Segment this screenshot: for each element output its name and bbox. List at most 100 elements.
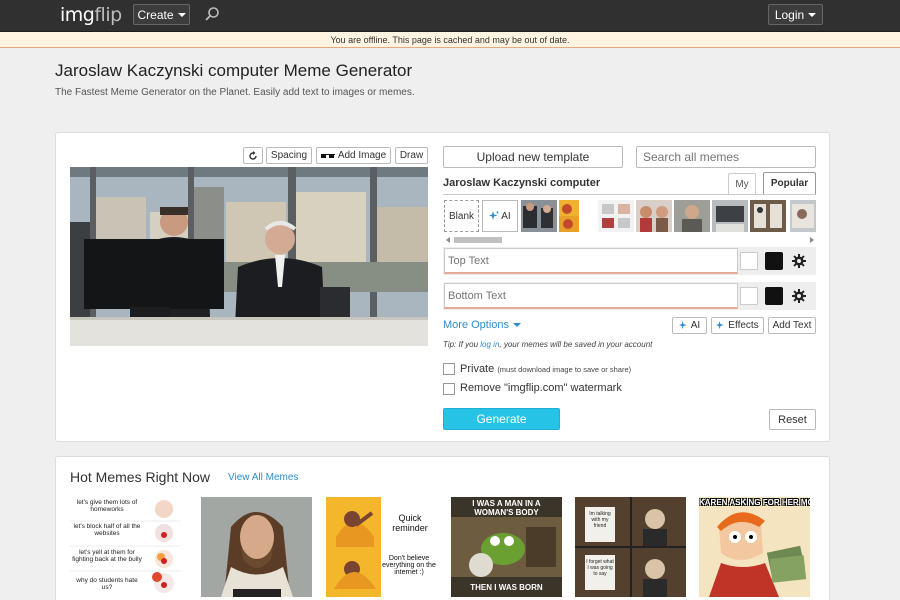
login-label: Login [774, 7, 805, 22]
drake-caption-2: Don't believe everything on the internet… [382, 555, 436, 576]
tab-popular[interactable]: Popular [763, 172, 816, 194]
logo-flip-text: flip [94, 4, 122, 26]
template-thumb-4[interactable] [636, 200, 672, 232]
sunglasses-icon [320, 153, 335, 158]
private-label: Private (must download image to save or … [460, 363, 631, 375]
draw-label: Draw [399, 150, 424, 161]
chevron-down-icon [177, 12, 186, 17]
generate-button[interactable]: Generate [443, 408, 560, 430]
add-image-button[interactable]: Add Image [316, 147, 391, 164]
ai-text-button[interactable]: AI [672, 317, 707, 334]
add-text-button[interactable]: Add Text [768, 317, 816, 334]
imgflip-logo[interactable]: imgflip [60, 4, 122, 26]
reset-button[interactable]: Reset [769, 409, 816, 430]
page-subtitle: The Fastest Meme Generator on the Planet… [55, 87, 415, 98]
login-tip: Tip: If you log in, your memes will be s… [443, 340, 652, 349]
view-all-memes-link[interactable]: View All Memes [228, 472, 298, 483]
hot-meme-gru[interactable]: Im talking with my friend I forget what … [575, 497, 686, 597]
fry-caption-1: KAREN ASKING FOR HER MO [699, 498, 810, 507]
hot-memes-panel: Hot Memes Right Now View All Memes let's… [55, 456, 830, 600]
more-options-label: More Options [443, 319, 510, 331]
private-note: (must download image to save or share) [497, 365, 632, 374]
search-icon[interactable] [204, 6, 220, 22]
hot-meme-clown[interactable]: let's give them lots of homeworks let's … [70, 497, 181, 597]
text-color-swatch[interactable] [765, 252, 783, 270]
bottom-text-row [443, 282, 816, 310]
clown-caption-1: let's give them lots of homeworks [76, 499, 138, 513]
bottom-text-input[interactable] [444, 283, 738, 309]
gear-icon[interactable] [791, 288, 807, 304]
text-color-swatch[interactable] [765, 287, 783, 305]
drake-meme-image [326, 497, 437, 597]
template-thumb-7[interactable] [750, 200, 786, 232]
template-thumb-1[interactable] [521, 200, 557, 232]
tab-divider [443, 194, 816, 195]
hot-memes-title: Hot Memes Right Now [70, 469, 211, 485]
private-checkbox[interactable] [443, 363, 455, 375]
ai-tile-label: AI [501, 210, 511, 222]
ai-template-tile[interactable]: AI [482, 200, 518, 232]
search-memes-input[interactable] [636, 146, 816, 168]
gru-caption-1: Im talking with my friend [589, 511, 611, 529]
create-menu-button[interactable]: Create [133, 4, 190, 25]
outline-color-swatch[interactable] [740, 252, 758, 270]
private-label-text: Private [460, 363, 495, 375]
fry-meme-image [699, 497, 810, 597]
drake-caption-1: Quick reminder [392, 513, 428, 533]
clown-caption-2: let's block half of all the websites [73, 523, 141, 537]
chevron-down-icon [808, 12, 817, 17]
jesus-meme-image [201, 497, 312, 597]
top-text-row [443, 247, 816, 275]
meme-photo [70, 167, 428, 346]
draw-button[interactable]: Draw [395, 147, 428, 164]
meme-canvas-image[interactable] [70, 167, 428, 346]
sparkle-icon [716, 321, 724, 330]
remove-watermark-checkbox[interactable] [443, 383, 455, 395]
spacing-button[interactable]: Spacing [266, 147, 312, 164]
login-button[interactable]: Login [768, 4, 823, 25]
top-navbar: imgflip Create Login [0, 0, 900, 32]
top-text-input[interactable] [444, 248, 738, 274]
blank-template-tile[interactable]: Blank [444, 200, 479, 232]
tip-prefix: Tip: If you [443, 340, 481, 349]
clown-caption-4: why do students hate us? [76, 577, 138, 591]
gear-icon[interactable] [791, 253, 807, 269]
kermit-caption-2: THEN I WAS BORN [470, 583, 543, 592]
effects-button[interactable]: Effects [711, 317, 764, 334]
meme-editor-panel: Spacing Add Image Draw Upload new templa… [55, 132, 830, 442]
template-scrollbar[interactable] [444, 236, 816, 244]
tip-suffix: , your memes will be saved in your accou… [499, 340, 653, 349]
rotate-icon [249, 150, 257, 160]
outline-color-swatch[interactable] [740, 287, 758, 305]
add-image-label: Add Image [337, 150, 387, 161]
chevron-down-icon [513, 323, 522, 327]
spacing-label: Spacing [270, 150, 308, 161]
template-thumb-2[interactable] [559, 200, 579, 232]
page-title: Jaroslaw Kaczynski computer Meme Generat… [55, 61, 413, 80]
gru-caption-2: I forget what I was going to say [586, 559, 614, 577]
upload-template-button[interactable]: Upload new template [443, 146, 623, 168]
tab-my[interactable]: My [728, 173, 756, 194]
more-options-link[interactable]: More Options [443, 319, 522, 331]
sparkle-icon [489, 211, 499, 220]
ai-button-label: AI [690, 320, 701, 331]
create-label: Create [137, 7, 174, 22]
rotate-button[interactable] [243, 147, 263, 164]
logo-img-text: img [60, 4, 95, 26]
template-thumb-3[interactable] [598, 200, 634, 232]
offline-banner: You are offline. This page is cached and… [0, 32, 900, 48]
template-thumb-8[interactable] [790, 200, 816, 232]
sparkle-icon [678, 321, 687, 330]
template-name: Jaroslaw Kaczynski computer [443, 177, 601, 189]
clown-caption-3: let's yell at them for fighting back at … [72, 549, 142, 563]
effects-label: Effects [728, 320, 759, 331]
template-thumb-6[interactable] [712, 200, 748, 232]
login-link[interactable]: log in [480, 340, 499, 349]
hot-meme-jesus[interactable] [201, 497, 312, 597]
add-text-label: Add Text [772, 320, 812, 331]
hot-meme-fry[interactable]: KAREN ASKING FOR HER MO [699, 497, 810, 597]
hot-meme-kermit[interactable]: I WAS A MAN IN A WOMAN'S BODY THEN I WAS… [451, 497, 562, 597]
kermit-caption-1: I WAS A MAN IN A WOMAN'S BODY [472, 499, 541, 517]
hot-meme-drake[interactable]: Quick reminder Don't believe everything … [326, 497, 437, 597]
template-thumb-5[interactable] [674, 200, 710, 232]
